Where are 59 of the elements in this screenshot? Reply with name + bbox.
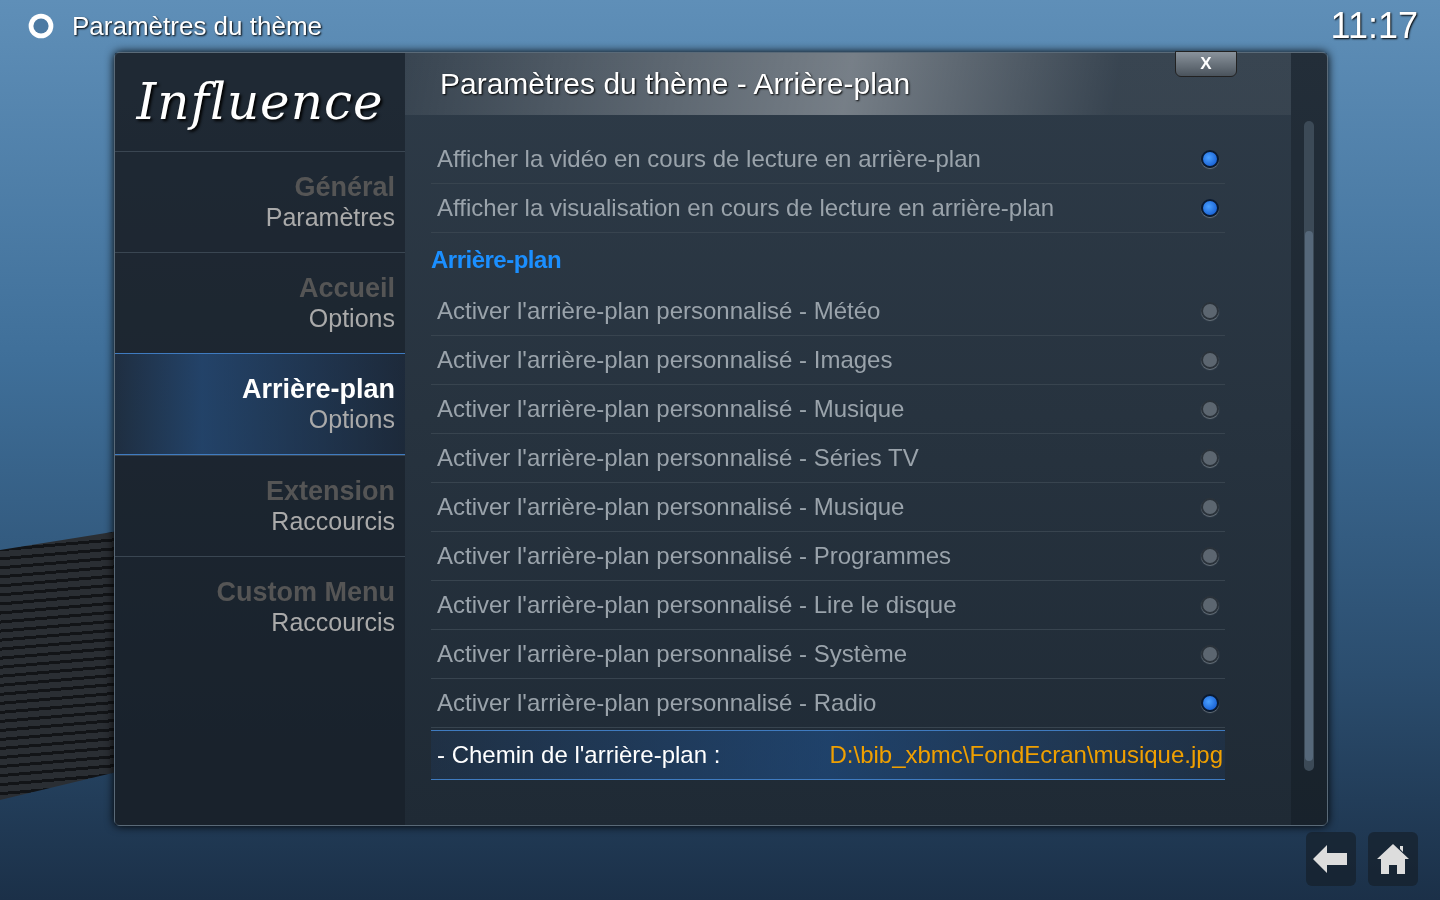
setting-row[interactable]: Activer l'arrière-plan personnalisé - Musique xyxy=(431,385,1225,434)
clock: 11:17 xyxy=(1330,5,1418,47)
toggle-indicator[interactable] xyxy=(1201,400,1219,418)
path-value: D:\bib_xbmc\FondEcran\musique.jpg xyxy=(829,741,1223,769)
sidebar-item-title: Custom Menu xyxy=(216,577,395,608)
setting-row[interactable]: Activer l'arrière-plan personnalisé - Lire le disque xyxy=(431,581,1225,630)
home-icon xyxy=(1376,843,1410,875)
setting-label: - Chemin de l'arrière-plan : xyxy=(437,741,721,769)
logo: Influence xyxy=(135,72,385,133)
setting-row[interactable]: Activer l'arrière-plan personnalisé - Séries TV xyxy=(431,434,1225,483)
setting-label: Activer l'arrière-plan personnalisé - Météo xyxy=(437,297,882,325)
toggle-indicator[interactable] xyxy=(1201,150,1219,168)
sidebar-item-title: Arrière-plan xyxy=(241,374,395,405)
setting-row[interactable]: Activer l'arrière-plan personnalisé - Musique xyxy=(431,483,1225,532)
toggle-indicator[interactable] xyxy=(1201,596,1219,614)
toggle-indicator[interactable] xyxy=(1201,645,1219,663)
toggle-indicator[interactable] xyxy=(1201,694,1219,712)
sidebar-item[interactable]: Custom Menu Raccourcis xyxy=(115,556,405,657)
sidebar-item-subtitle: Options xyxy=(308,304,395,333)
home-button[interactable] xyxy=(1368,832,1418,886)
sidebar-item-subtitle: Options xyxy=(308,405,395,434)
setting-row[interactable]: Activer l'arrière-plan personnalisé - Radio xyxy=(431,679,1225,728)
setting-label: Afficher la visualisation en cours de lecture en arrière-plan xyxy=(437,194,1056,222)
close-button[interactable]: X xyxy=(1175,51,1237,77)
setting-label: Activer l'arrière-plan personnalisé - Système xyxy=(437,640,909,668)
scrollbar-thumb[interactable] xyxy=(1305,231,1313,761)
setting-row[interactable]: Activer l'arrière-plan personnalisé - Programmes xyxy=(431,532,1225,581)
setting-label: Activer l'arrière-plan personnalisé - Images xyxy=(437,346,894,374)
setting-label: Activer l'arrière-plan personnalisé - Programmes xyxy=(437,542,953,570)
setting-label: Activer l'arrière-plan personnalisé - Radio xyxy=(437,689,878,717)
toggle-indicator[interactable] xyxy=(1201,199,1219,217)
toggle-indicator[interactable] xyxy=(1201,498,1219,516)
setting-label: Activer l'arrière-plan personnalisé - Musique xyxy=(437,395,906,423)
setting-row[interactable]: Afficher la visualisation en cours de lecture en arrière-plan xyxy=(431,184,1225,233)
toggle-indicator[interactable] xyxy=(1201,449,1219,467)
setting-row[interactable]: Afficher la vidéo en cours de lecture en arrière-plan xyxy=(431,135,1225,184)
back-button[interactable] xyxy=(1306,832,1356,886)
toggle-indicator[interactable] xyxy=(1201,351,1219,369)
left-arrow-icon xyxy=(1313,845,1349,873)
setting-row[interactable]: Activer l'arrière-plan personnalisé - Météo xyxy=(431,287,1225,336)
setting-label: Activer l'arrière-plan personnalisé - Lire le disque xyxy=(437,591,958,619)
sidebar-item-subtitle: Raccourcis xyxy=(271,507,395,536)
sidebar-item-subtitle: Raccourcis xyxy=(271,608,395,637)
setting-row[interactable]: Activer l'arrière-plan personnalisé - Images xyxy=(431,336,1225,385)
setting-label: Afficher la vidéo en cours de lecture en arrière-plan xyxy=(437,145,982,173)
setting-label: Activer l'arrière-plan personnalisé - Musique xyxy=(437,493,906,521)
sidebar-item[interactable]: Accueil Options xyxy=(115,252,405,353)
toggle-indicator[interactable] xyxy=(1201,547,1219,565)
setting-row[interactable]: Activer l'arrière-plan personnalisé - Système xyxy=(431,630,1225,679)
path-setting-row[interactable]: - Chemin de l'arrière-plan : D:\bib_xbmc\FondEcran\musique.jpg xyxy=(431,730,1225,780)
screen-title: Paramètres du thème xyxy=(72,10,322,42)
sidebar-item-title: Extension xyxy=(265,476,395,507)
setting-label: Activer l'arrière-plan personnalisé - Séries TV xyxy=(437,444,920,472)
sidebar-item-subtitle: Paramètres xyxy=(265,203,395,232)
toggle-indicator[interactable] xyxy=(1201,302,1219,320)
sidebar-item-title: Accueil xyxy=(298,273,395,304)
section-heading: Arrière-plan xyxy=(431,245,563,275)
sidebar-item[interactable]: Arrière-plan Options xyxy=(115,353,405,455)
sidebar-item[interactable]: Extension Raccourcis xyxy=(115,455,405,556)
